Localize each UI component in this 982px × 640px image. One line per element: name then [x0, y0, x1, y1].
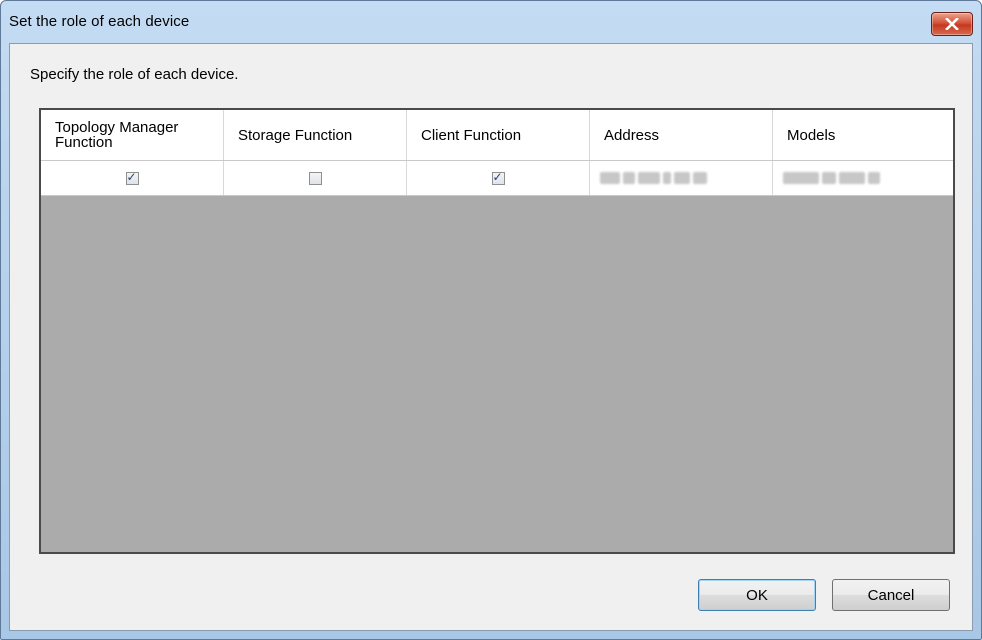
- close-button[interactable]: [931, 12, 973, 36]
- dialog-window: Set the role of each device Specify the …: [0, 0, 982, 640]
- client-function-checkbox[interactable]: [491, 170, 505, 185]
- models-cell: [773, 161, 953, 195]
- close-icon: [945, 18, 959, 30]
- column-header-storage-function[interactable]: Storage Function: [224, 110, 407, 160]
- storage-function-cell: [224, 161, 407, 195]
- topology-manager-checkbox[interactable]: [125, 170, 139, 185]
- ok-button[interactable]: OK: [698, 579, 816, 611]
- cancel-button[interactable]: Cancel: [832, 579, 950, 611]
- column-header-address[interactable]: Address: [590, 110, 773, 160]
- column-header-client-function[interactable]: Client Function: [407, 110, 590, 160]
- grid-header: Topology Manager Function Storage Functi…: [41, 110, 953, 161]
- client-function-cell: [407, 161, 590, 195]
- redacted-address: [600, 171, 707, 185]
- window-title: Set the role of each device: [9, 13, 190, 30]
- redacted-model: [783, 171, 880, 185]
- column-header-topology-manager[interactable]: Topology Manager Function: [41, 110, 224, 160]
- storage-function-checkbox[interactable]: [308, 171, 322, 185]
- device-role-grid[interactable]: Topology Manager Function Storage Functi…: [39, 108, 955, 554]
- address-cell: [590, 161, 773, 195]
- table-row[interactable]: [41, 161, 953, 196]
- instruction-text: Specify the role of each device.: [30, 66, 239, 83]
- column-header-models[interactable]: Models: [773, 110, 953, 160]
- topology-manager-cell: [41, 161, 224, 195]
- title-bar[interactable]: Set the role of each device: [1, 1, 981, 43]
- dialog-body: Specify the role of each device. Topolog…: [9, 43, 973, 631]
